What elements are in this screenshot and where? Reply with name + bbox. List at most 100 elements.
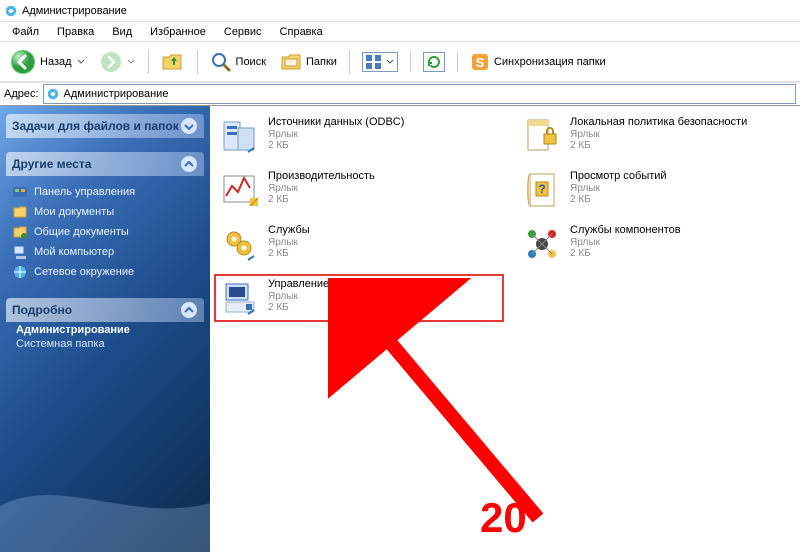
my-computer-icon xyxy=(12,244,28,260)
sidebar-link-my-computer[interactable]: Мой компьютер xyxy=(12,242,198,262)
file-item[interactable]: Локальная политика безопасностиЯрлык2 КБ xyxy=(516,112,796,160)
file-meta: Источники данных (ODBC)Ярлык2 КБ xyxy=(268,116,404,152)
menu-bar: Файл Правка Вид Избранное Сервис Справка xyxy=(0,22,800,42)
views-icon xyxy=(365,54,383,70)
search-icon xyxy=(210,51,232,73)
folder-up-icon xyxy=(161,51,185,73)
file-type: Ярлык xyxy=(268,291,401,303)
forward-icon xyxy=(100,51,122,73)
toolbar-sep-5 xyxy=(457,52,458,72)
toolbar-sep-3 xyxy=(349,50,350,74)
file-meta: Локальная политика безопасностиЯрлык2 КБ xyxy=(570,116,747,152)
forward-dropdown-caret[interactable] xyxy=(126,57,136,67)
file-grid: Источники данных (ODBC)Ярлык2 КБЛокальна… xyxy=(214,112,796,322)
sidebar-label: Сетевое окружение xyxy=(34,266,134,278)
network-places-icon xyxy=(12,264,28,280)
shared-documents-icon xyxy=(12,224,28,240)
sidebar-link-shared-documents[interactable]: Общие документы xyxy=(12,222,198,242)
file-name: Службы xyxy=(268,224,310,237)
file-name: Локальная политика безопасности xyxy=(570,116,747,129)
toolbar-sep-2 xyxy=(197,50,198,74)
window-title: Администрирование xyxy=(22,5,127,17)
chevron-up-icon xyxy=(180,155,198,173)
sidebar-label: Общие документы xyxy=(34,226,129,238)
menu-help[interactable]: Справка xyxy=(272,25,331,39)
toolbar-sep-4 xyxy=(410,52,411,72)
menu-file[interactable]: Файл xyxy=(4,25,47,39)
details-subtitle: Системная папка xyxy=(16,338,194,350)
sidebar-label: Панель управления xyxy=(34,186,135,198)
event-viewer-icon: ? xyxy=(522,170,562,210)
file-meta: Службы компонентовЯрлык2 КБ xyxy=(570,224,681,260)
file-type: Ярлык xyxy=(570,129,747,141)
security-policy-icon xyxy=(522,116,562,156)
file-name: Просмотр событий xyxy=(570,170,667,183)
address-icon xyxy=(46,87,60,101)
task-title-details: Подробно xyxy=(12,303,72,317)
task-group-details: Подробно Администрирование Системная пап… xyxy=(6,298,204,350)
sidebar-link-control-panel[interactable]: Панель управления xyxy=(12,182,198,202)
refresh-button[interactable] xyxy=(419,50,449,74)
task-group-places: Другие места Панель управления Мои докум… xyxy=(6,152,204,284)
file-item[interactable]: СлужбыЯрлык2 КБ xyxy=(214,220,504,268)
toolbar: Назад Поиск Папки xyxy=(0,42,800,82)
svg-text:S: S xyxy=(476,55,485,70)
refresh-icon xyxy=(426,54,442,70)
task-header-places[interactable]: Другие места xyxy=(6,152,204,176)
chevron-down-icon xyxy=(180,117,198,135)
menu-favorites[interactable]: Избранное xyxy=(142,25,214,39)
file-item[interactable]: Источники данных (ODBC)Ярлык2 КБ xyxy=(214,112,504,160)
menu-tools[interactable]: Сервис xyxy=(216,25,270,39)
file-type: Ярлык xyxy=(268,237,310,249)
file-item[interactable]: ПроизводительностьЯрлык2 КБ xyxy=(214,166,504,214)
menu-view[interactable]: Вид xyxy=(104,25,140,39)
app-icon xyxy=(4,4,18,18)
folders-button[interactable]: Папки xyxy=(276,49,341,75)
file-item[interactable]: ?Просмотр событийЯрлык2 КБ xyxy=(516,166,796,214)
forward-button[interactable] xyxy=(96,49,140,75)
up-folder-button[interactable] xyxy=(157,49,189,75)
task-title-files: Задачи для файлов и папок xyxy=(12,119,179,133)
file-type: Ярлык xyxy=(570,237,681,249)
task-header-details[interactable]: Подробно xyxy=(6,298,204,322)
file-type: Ярлык xyxy=(268,129,404,141)
content-pane: Источники данных (ODBC)Ярлык2 КБЛокальна… xyxy=(210,106,800,552)
sync-label: Синхронизация папки xyxy=(494,56,606,68)
file-item[interactable]: Управление компьютеромЯрлык2 КБ xyxy=(214,274,504,322)
file-size: 2 КБ xyxy=(268,248,310,260)
file-meta: СлужбыЯрлык2 КБ xyxy=(268,224,310,260)
file-name: Производительность xyxy=(268,170,375,183)
task-header-files[interactable]: Задачи для файлов и папок xyxy=(6,114,204,138)
file-name: Источники данных (ODBC) xyxy=(268,116,404,129)
chevron-up-icon xyxy=(180,301,198,319)
file-meta: ПроизводительностьЯрлык2 КБ xyxy=(268,170,375,206)
file-size: 2 КБ xyxy=(268,194,375,206)
sidebar-link-my-documents[interactable]: Мои документы xyxy=(12,202,198,222)
services-icon xyxy=(220,224,260,264)
title-bar: Администрирование xyxy=(0,0,800,22)
my-documents-icon xyxy=(12,204,28,220)
back-dropdown-caret[interactable] xyxy=(76,57,86,67)
file-size: 2 КБ xyxy=(570,194,667,206)
views-button[interactable] xyxy=(358,50,402,74)
file-item[interactable]: Службы компонентовЯрлык2 КБ xyxy=(516,220,796,268)
file-size: 2 КБ xyxy=(268,302,401,314)
control-panel-icon xyxy=(12,184,28,200)
address-input[interactable]: Администрирование xyxy=(43,84,796,104)
file-name: Управление компьютером xyxy=(268,278,401,291)
file-size: 2 КБ xyxy=(570,248,681,260)
toolbar-sep xyxy=(148,50,149,74)
file-meta: Управление компьютеромЯрлык2 КБ xyxy=(268,278,401,314)
svg-text:?: ? xyxy=(538,182,545,196)
folders-icon xyxy=(280,51,302,73)
component-services-icon xyxy=(522,224,562,264)
tasks-sidebar: Задачи для файлов и папок Другие места П… xyxy=(0,106,210,552)
back-button[interactable]: Назад xyxy=(6,47,90,77)
file-size: 2 КБ xyxy=(268,140,404,152)
sidebar-link-network-places[interactable]: Сетевое окружение xyxy=(12,262,198,282)
sync-button[interactable]: S Синхронизация папки xyxy=(466,50,610,74)
menu-edit[interactable]: Правка xyxy=(49,25,102,39)
search-button[interactable]: Поиск xyxy=(206,49,270,75)
views-caret[interactable] xyxy=(385,57,395,67)
back-icon xyxy=(10,49,36,75)
